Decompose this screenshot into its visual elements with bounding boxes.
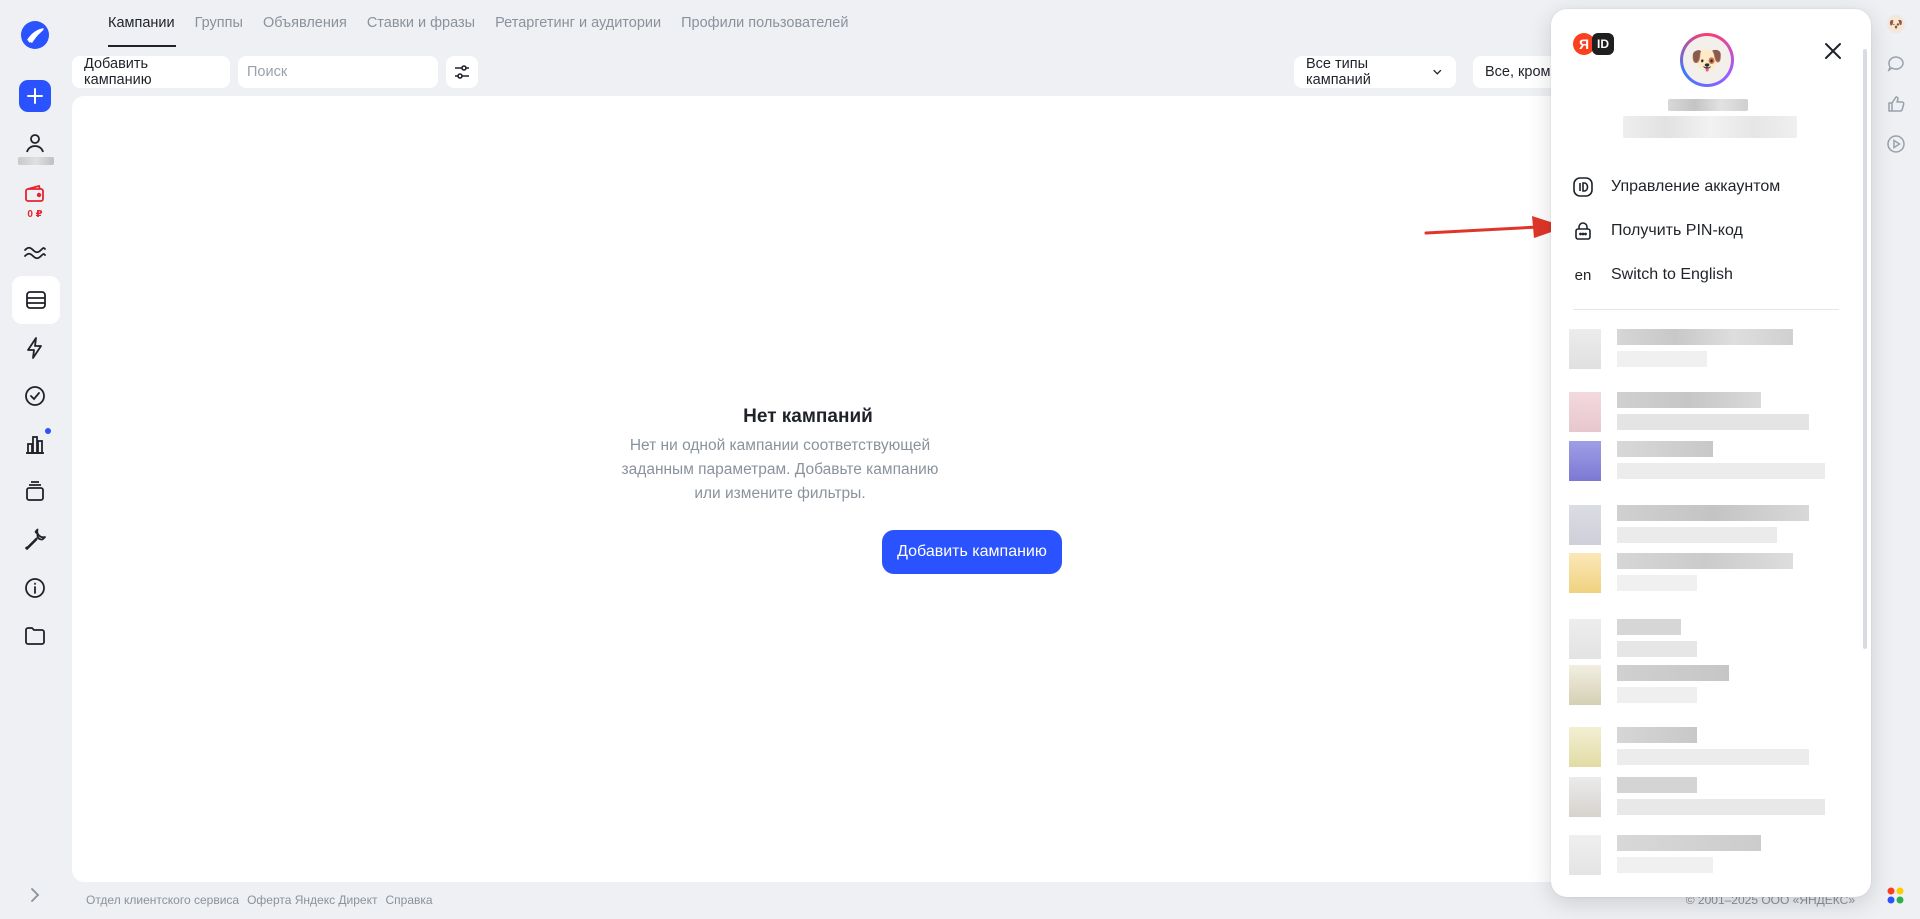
footer-link-offer[interactable]: Оферта Яндекс Директ [247, 893, 377, 907]
info-icon[interactable] [14, 567, 56, 609]
divider [1573, 309, 1839, 310]
stats-icon[interactable] [14, 231, 56, 273]
layers-icon[interactable] [14, 471, 56, 513]
account-list-item[interactable] [1569, 619, 1839, 659]
lock-icon [1571, 219, 1595, 243]
main-content: Нет кампаний Нет ни одной кампании соотв… [72, 96, 1600, 882]
chat-icon[interactable] [1884, 52, 1908, 76]
account-list-item[interactable] [1569, 665, 1839, 705]
yandex-id-badge: Я ID [1573, 33, 1614, 55]
add-campaign-button[interactable]: Добавить кампанию [72, 56, 230, 88]
id-logo: ID [1592, 33, 1614, 55]
manage-account-item[interactable]: Управление аккаунтом [1571, 167, 1851, 207]
footer-link-support[interactable]: Отдел клиентского сервиса [86, 893, 239, 907]
account-list-item[interactable] [1569, 777, 1839, 817]
footer-link-help[interactable]: Справка [385, 893, 432, 907]
account-list-item[interactable] [1569, 553, 1839, 593]
avatar-small-icon[interactable]: 🐶 [1884, 12, 1908, 36]
pin-code-label: Получить PIN-код [1611, 222, 1743, 239]
empty-state-text: Нет ни одной кампании соответствующей за… [621, 437, 939, 502]
switch-language-label: Switch to English [1611, 266, 1733, 283]
create-button[interactable] [19, 80, 51, 112]
account-list-item[interactable] [1569, 835, 1839, 875]
red-arrow-annotation [1424, 216, 1566, 238]
account-list-item[interactable] [1569, 441, 1839, 481]
left-sidebar: 0 ₽ [0, 0, 70, 919]
user-name-blurred [1668, 99, 1748, 111]
lightning-icon[interactable] [14, 327, 56, 369]
wallet-icon[interactable] [14, 176, 56, 212]
add-campaign-cta-button[interactable]: Добавить кампанию [882, 530, 1062, 574]
play-circle-icon[interactable] [1884, 132, 1908, 156]
account-list-item[interactable] [1569, 392, 1839, 432]
user-login-blurred [18, 157, 54, 165]
sliders-icon [455, 65, 469, 79]
section-tabs: Кампании Группы Объявления Ставки и фраз… [72, 0, 858, 47]
tab-campaigns[interactable]: Кампании [72, 0, 185, 47]
dog-avatar-icon: 🐶 [1887, 15, 1905, 33]
search-input[interactable] [238, 56, 438, 88]
account-list-item[interactable] [1569, 727, 1839, 767]
account-list-item[interactable] [1569, 505, 1839, 545]
tools-icon[interactable] [14, 519, 56, 561]
empty-state-title: Нет кампаний [743, 406, 873, 427]
yandex-direct-logo[interactable] [20, 20, 50, 50]
apps-icon[interactable] [1884, 884, 1908, 908]
dog-avatar-icon: 🐶 [1683, 36, 1731, 84]
tab-retargeting[interactable]: Ретаргетинг и аудитории [485, 0, 671, 46]
tab-bids-phrases[interactable]: Ставки и фразы [357, 0, 485, 46]
pin-code-item[interactable]: Получить PIN-код [1571, 211, 1851, 251]
user-avatar[interactable]: 🐶 [1680, 33, 1734, 87]
campaigns-icon[interactable] [12, 276, 60, 324]
account-panel: Я ID 🐶 Управление аккаунтом Получить PIN… [1551, 9, 1871, 897]
user-email-blurred [1623, 116, 1797, 138]
tab-groups[interactable]: Группы [185, 0, 253, 46]
thumbs-up-icon[interactable] [1884, 92, 1908, 116]
chevron-right-icon[interactable] [26, 886, 44, 904]
folder-icon[interactable] [14, 615, 56, 657]
close-icon [1825, 43, 1841, 59]
balance-amount: 0 ₽ [27, 209, 43, 220]
account-list-item[interactable] [1569, 329, 1839, 369]
switch-language-item[interactable]: en Switch to English [1571, 255, 1851, 295]
notification-dot [45, 428, 51, 434]
campaign-types-select[interactable]: Все типы кампаний [1294, 56, 1456, 88]
tab-ads[interactable]: Объявления [253, 0, 357, 46]
id-icon [1571, 175, 1595, 199]
panel-scrollbar[interactable] [1863, 49, 1867, 649]
manage-account-label: Управление аккаунтом [1611, 178, 1781, 195]
empty-state: Нет кампаний Нет ни одной кампании соотв… [72, 406, 1600, 506]
footer: Отдел клиентского сервиса Оферта Яндекс … [86, 893, 433, 907]
plus-icon [27, 88, 43, 104]
tab-user-profiles[interactable]: Профили пользователей [671, 0, 858, 46]
filter-settings-button[interactable] [446, 56, 478, 88]
campaign-types-label: Все типы кампаний [1306, 56, 1371, 88]
chevron-down-icon [1433, 69, 1442, 75]
language-code: en [1574, 266, 1592, 284]
close-button[interactable] [1818, 36, 1848, 66]
